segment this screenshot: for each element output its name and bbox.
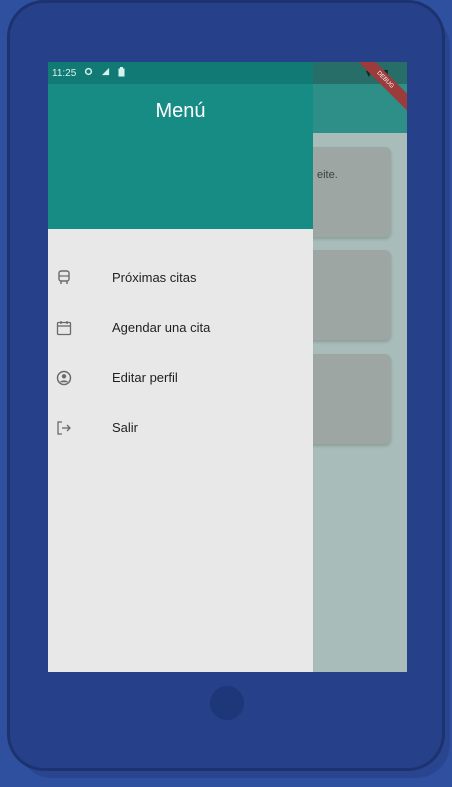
menu-item-editar-perfil[interactable]: Editar perfil: [48, 354, 313, 404]
background-card[interactable]: [303, 250, 391, 340]
background-card-text: eite.: [317, 169, 338, 181]
status-time: 11:25: [52, 67, 77, 79]
background-card[interactable]: eite.: [303, 147, 391, 237]
drawer-header: 11:25 Menú: [48, 62, 313, 229]
home-button[interactable]: [210, 686, 244, 720]
menu-item-proximas-citas[interactable]: Próximas citas: [48, 254, 313, 304]
calendar-icon: [54, 318, 74, 338]
menu-item-label: Salir: [112, 420, 139, 435]
logout-icon: [54, 418, 74, 438]
account-circle-icon: [54, 368, 74, 388]
drawer-menu: Próximas citas Agendar una cita Editar p…: [48, 254, 313, 454]
menu-item-agendar-cita[interactable]: Agendar una cita: [48, 304, 313, 354]
background-card[interactable]: [303, 354, 391, 444]
menu-item-label: Próximas citas: [112, 270, 197, 285]
signal-icon: [101, 67, 110, 79]
menu-item-label: Editar perfil: [112, 370, 178, 385]
bus-icon: [54, 268, 74, 288]
battery-saver-icon: [118, 66, 125, 80]
menu-item-label: Agendar una cita: [112, 320, 211, 335]
status-bar: 11:25: [48, 62, 313, 84]
navigation-drawer: 11:25 Menú Próximas citas Agendar una ci…: [48, 62, 313, 672]
device-screen: ▼▴ ▮ DEBUG eite. 11:25 Menú: [48, 62, 407, 672]
drawer-title: Menú: [155, 100, 206, 122]
gear-icon: [84, 67, 93, 79]
menu-item-salir[interactable]: Salir: [48, 404, 313, 454]
